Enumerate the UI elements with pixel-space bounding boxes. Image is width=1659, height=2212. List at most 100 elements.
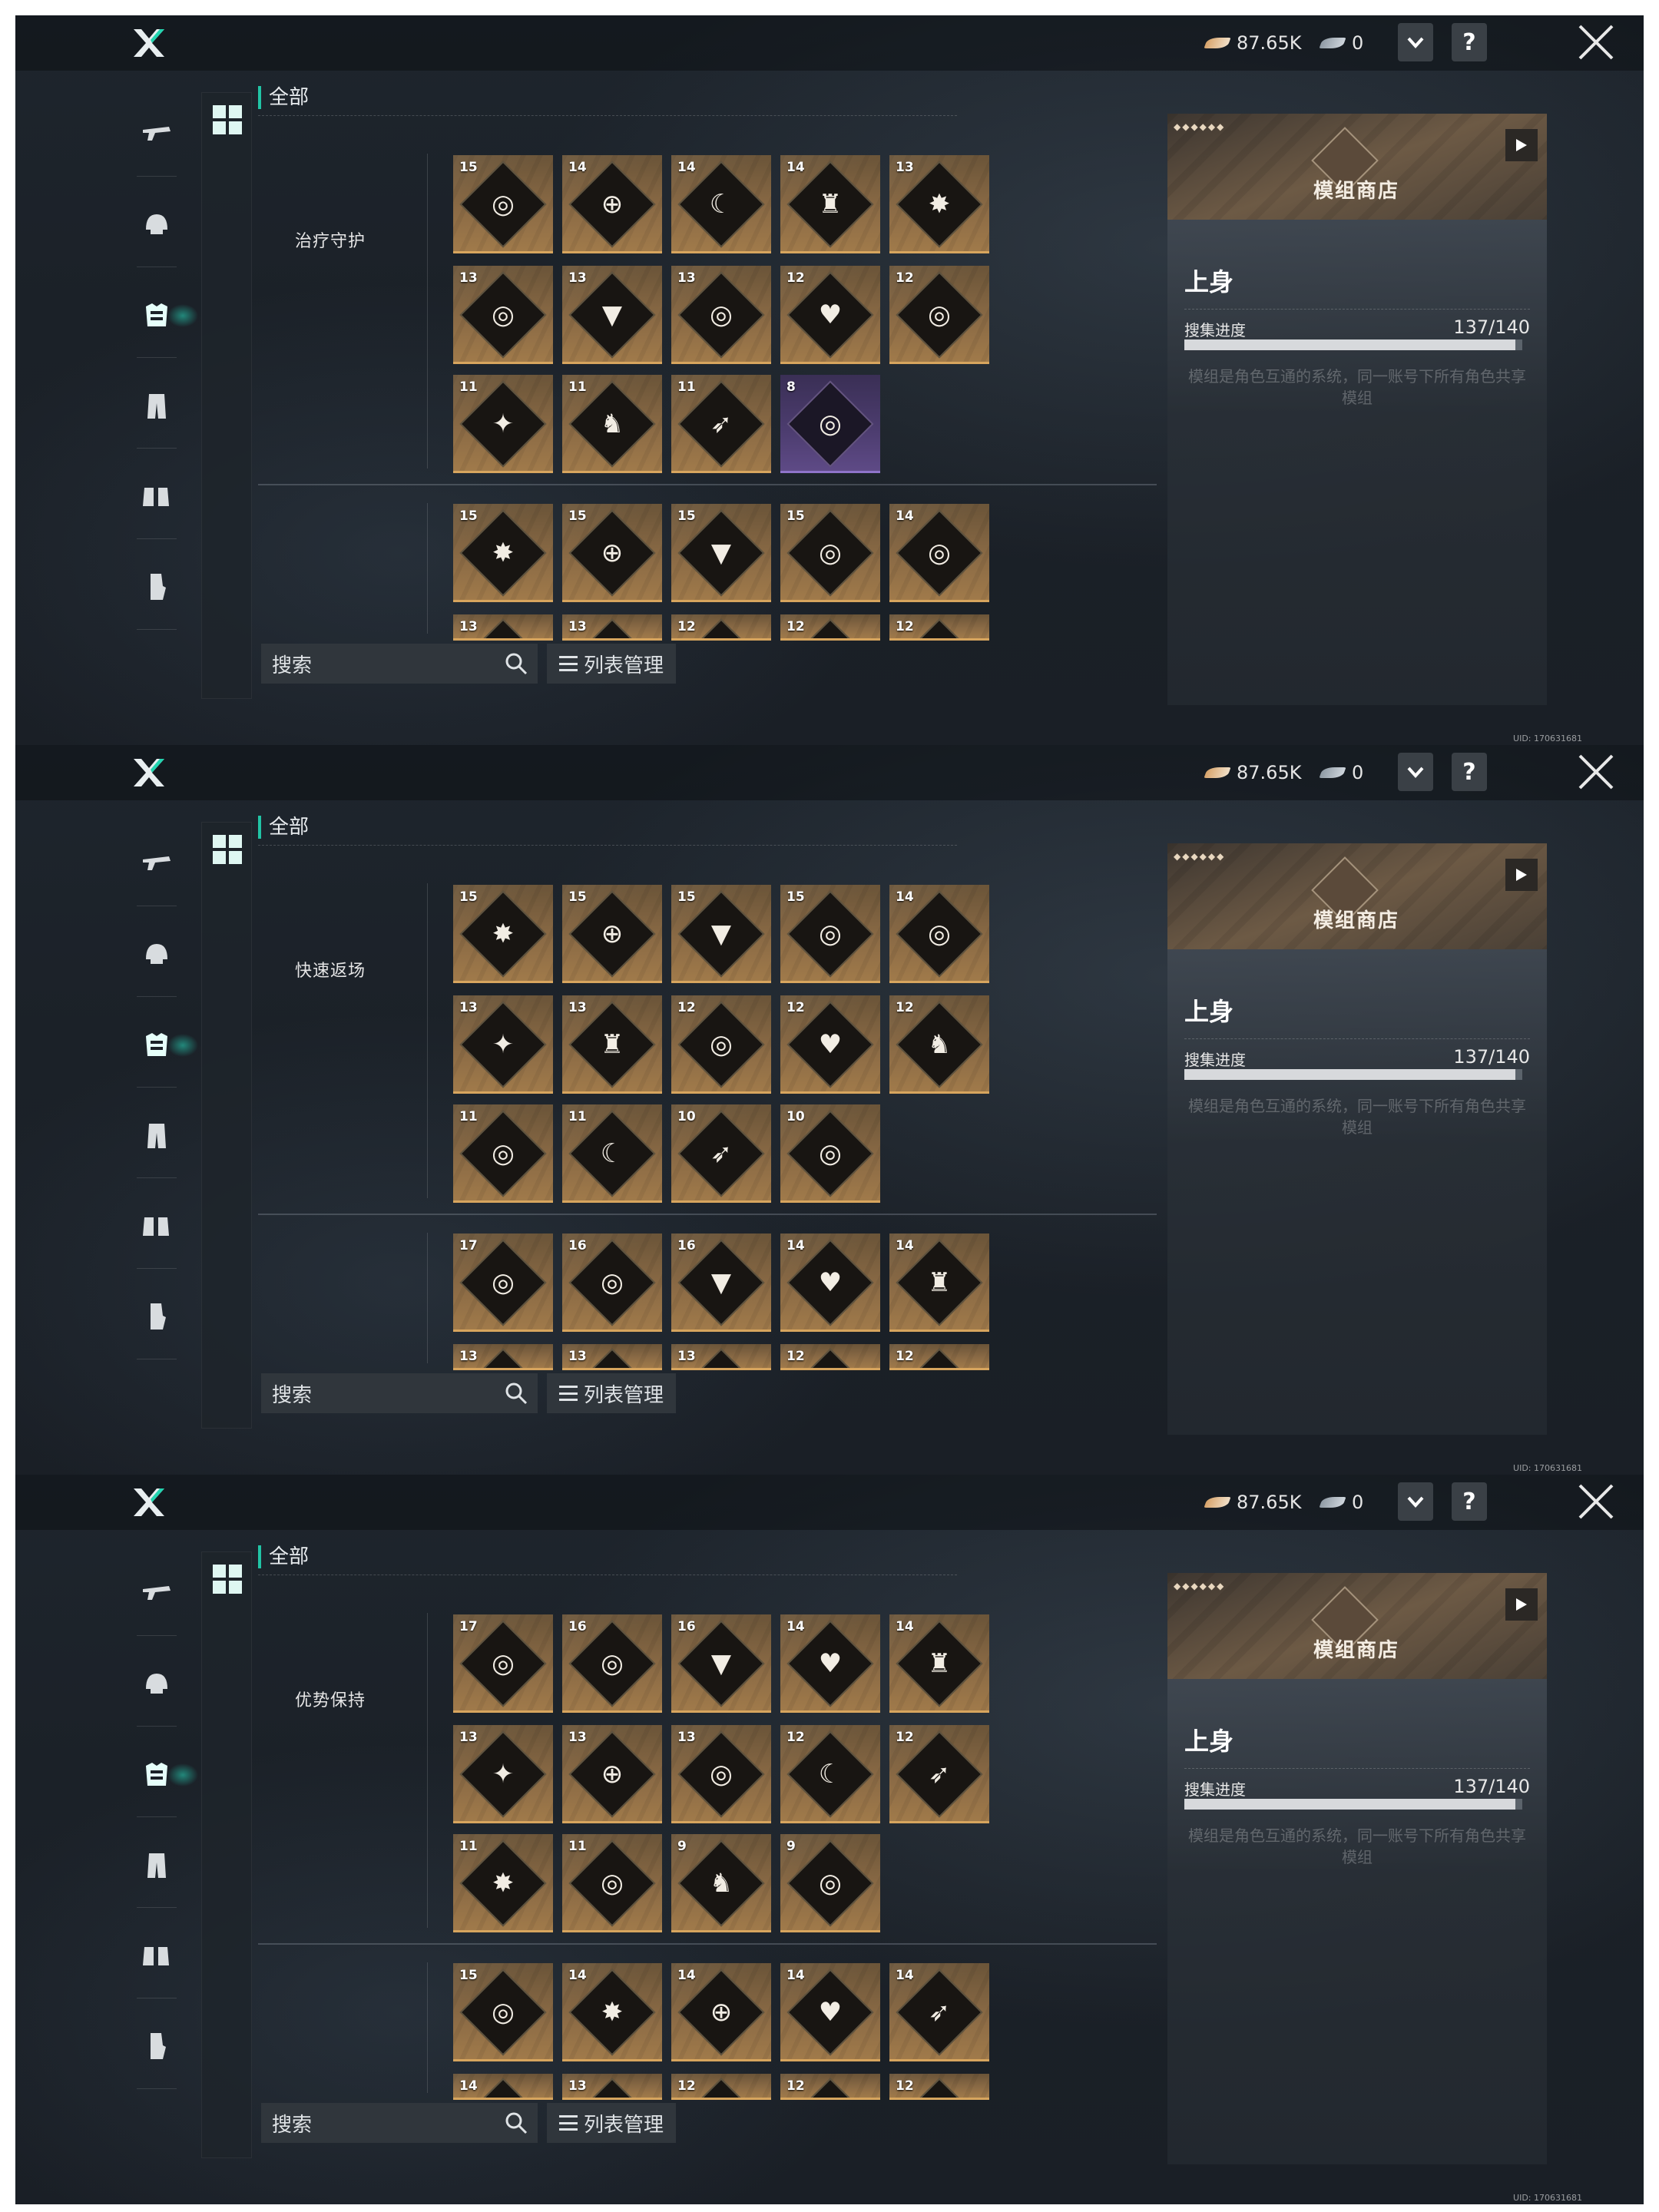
module-card[interactable]: ♥ 14 <box>780 1614 880 1713</box>
nav-item-helmet[interactable] <box>131 1642 183 1727</box>
module-card[interactable]: ◎ 13 <box>671 1725 771 1823</box>
module-card[interactable]: ♜ 14 <box>780 155 880 253</box>
expand-button[interactable] <box>1398 23 1433 61</box>
nav-item-boots[interactable] <box>131 1184 183 1269</box>
module-card[interactable]: ➶ 10 <box>671 1104 771 1203</box>
nav-item-chest-armor[interactable] <box>131 273 198 358</box>
nav-item-boots[interactable] <box>131 1914 183 1998</box>
nav-item-gun[interactable] <box>131 92 183 177</box>
module-card[interactable]: ▼ 13 <box>562 266 662 364</box>
module-card[interactable]: ◎ 11 <box>562 1834 662 1932</box>
shop-arrow-button[interactable] <box>1505 129 1538 161</box>
module-card[interactable]: ✦ 13 <box>453 995 553 1094</box>
nav-item-gloves[interactable] <box>131 1275 183 1359</box>
close-icon[interactable] <box>1575 751 1617 793</box>
module-card[interactable]: ⊕ 14 <box>671 1963 771 2061</box>
close-icon[interactable] <box>1575 22 1617 63</box>
module-card[interactable]: ✸ 15 <box>453 885 553 983</box>
category-all-button[interactable] <box>207 1558 248 1600</box>
filter-all-label[interactable]: 全部 <box>258 1545 309 1568</box>
module-card[interactable]: ⊕ 13 <box>562 1725 662 1823</box>
shop-arrow-button[interactable] <box>1505 859 1538 891</box>
module-card[interactable]: 12 <box>889 1344 989 1370</box>
module-card[interactable]: ✦ 11 <box>453 375 553 473</box>
module-card[interactable]: ➶ 12 <box>889 1725 989 1823</box>
nav-item-boots[interactable] <box>131 455 183 539</box>
module-card[interactable]: ◎ 13 <box>671 266 771 364</box>
module-card[interactable]: ◎ 14 <box>889 504 989 602</box>
module-card[interactable]: ✸ 13 <box>889 155 989 253</box>
filter-all-label[interactable]: 全部 <box>258 86 309 109</box>
module-card[interactable]: ◎ 11 <box>453 1104 553 1203</box>
search-input[interactable]: 搜索 <box>261 2103 538 2143</box>
module-card[interactable]: ✸ 11 <box>453 1834 553 1932</box>
module-card[interactable]: ✸ 14 <box>562 1963 662 2061</box>
shop-arrow-button[interactable] <box>1505 1588 1538 1621</box>
module-card[interactable]: 13 <box>562 614 662 641</box>
module-card[interactable]: ◎ 15 <box>453 155 553 253</box>
module-card[interactable]: ☾ 11 <box>562 1104 662 1203</box>
module-card[interactable]: ◎ 17 <box>453 1233 553 1332</box>
expand-button[interactable] <box>1398 1482 1433 1521</box>
list-manage-button[interactable]: 列表管理 <box>547 644 676 684</box>
module-card[interactable]: ◎ 12 <box>889 266 989 364</box>
module-card[interactable]: ▼ 15 <box>671 504 771 602</box>
module-card[interactable]: ▼ 15 <box>671 885 771 983</box>
module-card[interactable]: ◎ 10 <box>780 1104 880 1203</box>
list-manage-button[interactable]: 列表管理 <box>547 2103 676 2143</box>
module-card[interactable]: ◎ 15 <box>780 504 880 602</box>
module-card[interactable]: ⊕ 14 <box>562 155 662 253</box>
close-icon[interactable] <box>1575 1481 1617 1522</box>
module-card[interactable]: ◎ 12 <box>671 995 771 1094</box>
nav-item-helmet[interactable] <box>131 183 183 267</box>
module-card[interactable]: ♥ 12 <box>780 266 880 364</box>
module-card[interactable]: ♞ 11 <box>562 375 662 473</box>
module-card[interactable]: 12 <box>889 614 989 641</box>
module-card[interactable]: ➶ 14 <box>889 1963 989 2061</box>
module-shop-banner[interactable]: ◆◆◆◆◆◆ 模组商店 <box>1167 1573 1547 1679</box>
module-card[interactable]: ◎ 15 <box>453 1963 553 2061</box>
module-shop-banner[interactable]: ◆◆◆◆◆◆ 模组商店 <box>1167 114 1547 220</box>
module-card[interactable]: ♞ 12 <box>889 995 989 1094</box>
module-card[interactable]: 13 <box>562 1344 662 1370</box>
module-card[interactable]: 13 <box>562 2074 662 2100</box>
module-card[interactable]: ♜ 13 <box>562 995 662 1094</box>
module-card[interactable]: 12 <box>671 614 771 641</box>
module-card[interactable]: ♥ 14 <box>780 1963 880 2061</box>
nav-item-helmet[interactable] <box>131 912 183 997</box>
search-input[interactable]: 搜索 <box>261 1373 538 1413</box>
module-card[interactable]: 12 <box>780 2074 880 2100</box>
nav-item-pants[interactable] <box>131 364 183 449</box>
module-card[interactable]: ☾ 14 <box>671 155 771 253</box>
nav-item-pants[interactable] <box>131 1094 183 1178</box>
module-card[interactable]: ☾ 12 <box>780 1725 880 1823</box>
help-button[interactable]: ? <box>1452 1482 1487 1521</box>
module-card[interactable]: ♞ 9 <box>671 1834 771 1932</box>
module-card[interactable]: ✦ 13 <box>453 1725 553 1823</box>
list-manage-button[interactable]: 列表管理 <box>547 1373 676 1413</box>
module-card[interactable]: ⊕ 15 <box>562 885 662 983</box>
module-card[interactable]: 13 <box>453 614 553 641</box>
module-card[interactable]: ♥ 14 <box>780 1233 880 1332</box>
module-card[interactable]: ◎ 14 <box>889 885 989 983</box>
nav-item-gun[interactable] <box>131 822 183 906</box>
module-card[interactable]: 12 <box>671 2074 771 2100</box>
help-button[interactable]: ? <box>1452 753 1487 791</box>
nav-item-pants[interactable] <box>131 1823 183 1908</box>
filter-all-label[interactable]: 全部 <box>258 816 309 839</box>
nav-item-gun[interactable] <box>131 1551 183 1636</box>
module-card[interactable]: ✸ 15 <box>453 504 553 602</box>
module-card[interactable]: ◎ 8 <box>780 375 880 473</box>
module-card[interactable]: ◎ 13 <box>453 266 553 364</box>
module-card[interactable]: ◎ 15 <box>780 885 880 983</box>
category-all-button[interactable] <box>207 99 248 141</box>
module-card[interactable]: ♜ 14 <box>889 1614 989 1713</box>
module-card[interactable]: ♥ 12 <box>780 995 880 1094</box>
module-card[interactable]: 12 <box>780 614 880 641</box>
nav-item-gloves[interactable] <box>131 2005 183 2089</box>
category-all-button[interactable] <box>207 829 248 870</box>
help-button[interactable]: ? <box>1452 23 1487 61</box>
module-card[interactable]: ◎ 17 <box>453 1614 553 1713</box>
module-card[interactable]: ◎ 16 <box>562 1233 662 1332</box>
nav-item-chest-armor[interactable] <box>131 1003 198 1088</box>
